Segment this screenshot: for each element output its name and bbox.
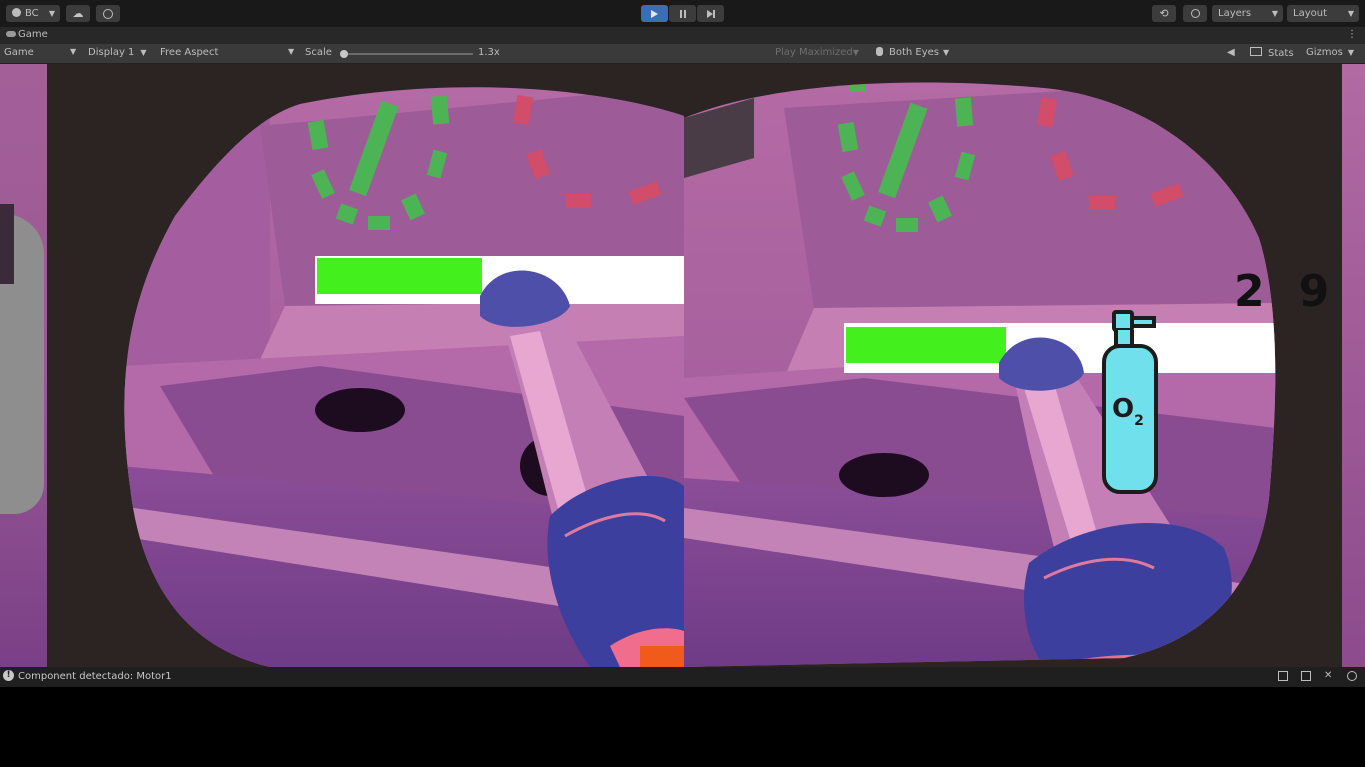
chevron-down-icon: ▼ <box>70 47 77 56</box>
display-dropdown[interactable]: Display 1 ▼ <box>88 47 147 58</box>
oxygen-gauge-fill-right <box>846 327 1006 363</box>
game-tab-bar: Game ⋮ <box>0 27 1365 44</box>
display-label: Display 1 <box>88 47 135 58</box>
chevron-down-icon: ▼ <box>1347 48 1355 57</box>
eyes-dropdown[interactable]: Both Eyes ▼ <box>876 47 949 58</box>
chevron-down-icon: ▼ <box>1271 9 1278 18</box>
more-options-icon[interactable]: ⋮ <box>1347 29 1357 40</box>
stats-button[interactable]: Stats <box>1250 47 1294 59</box>
scale-slider[interactable] <box>340 50 473 58</box>
pause-button[interactable] <box>669 5 696 22</box>
view-select-label: Game <box>4 47 34 58</box>
console-message[interactable]: Component detectado: Motor1 <box>18 671 172 682</box>
oxygen-label: O <box>1112 394 1135 424</box>
cloud-button[interactable]: ☁ <box>66 5 90 22</box>
oxygen-gauge-fill <box>317 258 482 294</box>
settings-icon[interactable] <box>1347 671 1357 681</box>
game-controller-icon <box>6 31 16 37</box>
step-button[interactable] <box>697 5 724 22</box>
account-dropdown[interactable]: BC ▼ <box>6 5 60 22</box>
tab-game-label: Game <box>18 29 48 40</box>
scale-value: 1.3x <box>478 47 500 58</box>
oxygen-tank-icon: O2 <box>1100 310 1164 498</box>
step-bar-icon <box>712 9 715 18</box>
main-toolbar: BC ▼ ☁ ⟲ Layers ▼ Layout ▼ <box>0 0 1365 27</box>
game-viewport[interactable]: 29 O2 <box>0 64 1365 667</box>
collab-icon <box>103 8 113 19</box>
aspect-dropdown[interactable]: Free Aspect ▼ <box>160 47 294 58</box>
gizmos-label: Gizmos <box>1306 47 1343 58</box>
speaker-icon: ◀ <box>1227 47 1235 58</box>
play-maximized-dropdown[interactable]: Play Maximized▼ <box>775 47 859 58</box>
chevron-down-icon: ▼ <box>48 9 55 18</box>
letterbox-bottom <box>0 687 1365 767</box>
account-icon <box>12 8 21 17</box>
layers-label: Layers <box>1218 8 1252 19</box>
left-eye-view <box>124 87 684 667</box>
pause-icon <box>679 9 682 18</box>
eyes-label: Both Eyes <box>889 47 940 58</box>
status-bar: ! Component detectado: Motor1 ✕ <box>0 667 1365 687</box>
debug-icon[interactable]: ✕ <box>1324 670 1332 681</box>
layout-dropdown[interactable]: Layout ▼ <box>1287 5 1359 22</box>
scale-label: Scale <box>305 47 332 58</box>
collab-button[interactable] <box>96 5 120 22</box>
search-icon <box>1190 9 1200 18</box>
aspect-label: Free Aspect <box>160 47 219 58</box>
history-button[interactable]: ⟲ <box>1152 5 1176 22</box>
cloud-icon: ☁ <box>72 7 84 20</box>
chevron-down-icon: ▼ <box>943 48 950 57</box>
stats-icon <box>1250 47 1262 56</box>
play-icon <box>651 9 658 18</box>
cache-icon[interactable] <box>1301 671 1311 681</box>
right-peripheral-scene <box>1342 64 1365 667</box>
layout-label: Layout <box>1293 8 1327 19</box>
left-peripheral-scene <box>0 64 47 667</box>
tab-game[interactable]: Game <box>6 29 48 40</box>
info-icon: ! <box>3 670 14 681</box>
chevron-down-icon: ▼ <box>852 48 859 57</box>
progress-icon[interactable] <box>1278 671 1288 681</box>
view-select-dropdown[interactable]: Game ▼ <box>4 47 76 58</box>
history-icon: ⟲ <box>1159 7 1169 20</box>
chevron-down-icon: ▼ <box>288 47 295 56</box>
play-button[interactable] <box>641 5 668 22</box>
oxygen-subscript: 2 <box>1134 413 1144 429</box>
search-button[interactable] <box>1183 5 1207 22</box>
eye-icon <box>876 47 883 56</box>
layers-dropdown[interactable]: Layers ▼ <box>1212 5 1283 22</box>
dark-object <box>0 204 14 284</box>
gizmos-dropdown[interactable]: Gizmos ▼ <box>1306 47 1354 58</box>
scale-slider-handle[interactable] <box>340 50 348 58</box>
chevron-down-icon: ▼ <box>1347 9 1354 18</box>
right-hud-counter: 29 <box>1234 266 1364 317</box>
stats-label: Stats <box>1268 48 1294 59</box>
mute-audio-button[interactable]: ◀ <box>1227 47 1235 58</box>
right-eye-view <box>684 82 1276 667</box>
game-view-toolbar: Game ▼ Display 1 ▼ Free Aspect ▼ Scale 1.3x… <box>0 44 1365 64</box>
chevron-down-icon: ▼ <box>140 48 147 57</box>
account-label: BC <box>25 8 39 19</box>
play-maximized-label: Play Maximized <box>775 47 853 58</box>
